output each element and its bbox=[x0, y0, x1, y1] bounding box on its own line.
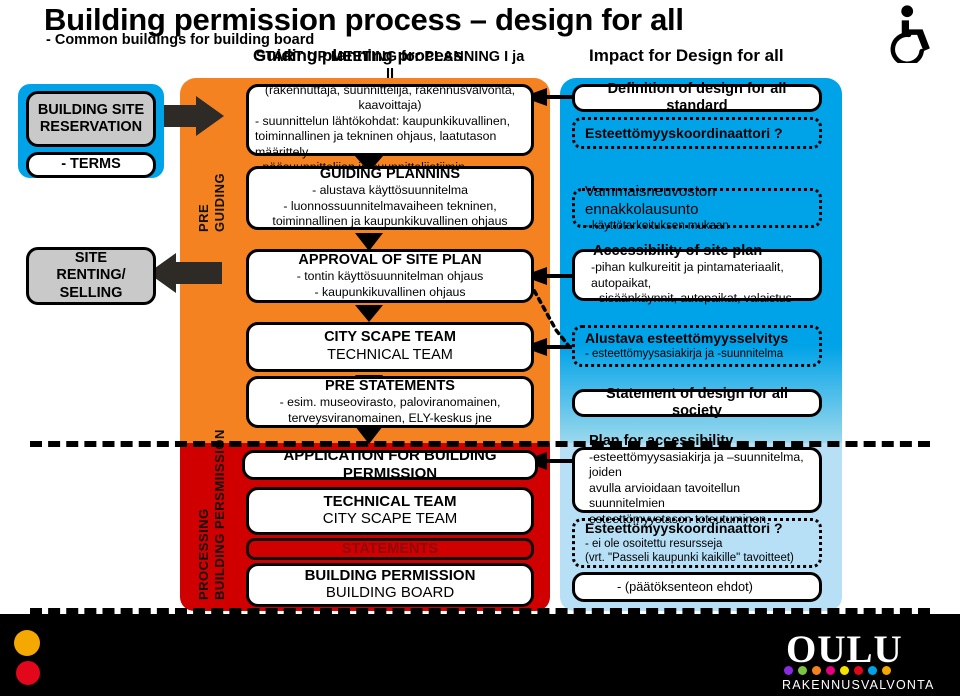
box-line: sisäänkäynnit, autopaikat, valaistus bbox=[599, 291, 792, 306]
box-line: - kaupunkikuvallinen ohjaus bbox=[314, 284, 466, 299]
box-city-scape-team[interactable]: CITY SCAPE TEAM TECHNICAL TEAM bbox=[246, 322, 534, 372]
box-heading: STATEMENTS bbox=[341, 541, 439, 557]
box-start-up-meeting[interactable]: START UP MEETING for PLANNING I ja II (r… bbox=[246, 49, 534, 190]
oulu-logo-dot-1 bbox=[798, 666, 807, 675]
accent-dot-red-icon bbox=[16, 661, 40, 685]
slide-canvas: Building permission process – design for… bbox=[0, 0, 960, 696]
box-approval-of-site-plan[interactable]: APPROVAL OF SITE PLAN - tontin käyttösuu… bbox=[246, 249, 534, 303]
box-heading: CITY SCAPE TEAM bbox=[324, 329, 456, 346]
box-heading: APPROVAL OF SITE PLAN bbox=[298, 251, 482, 268]
oulu-logo-dot-6 bbox=[868, 666, 877, 675]
box-line: toiminnallinen ja tekninen ohjaus, laatu… bbox=[255, 129, 497, 159]
box-technical-team[interactable]: TECHNICAL TEAM CITY SCAPE TEAM bbox=[246, 487, 534, 535]
box-line: terveysviranomainen, ELY-keskus jne bbox=[288, 410, 492, 425]
box-title-line2: RENTING/ bbox=[56, 267, 126, 284]
box-guiding-plannins[interactable]: GUIDING PLANNINS - alustava käyttösuunni… bbox=[246, 166, 534, 230]
oulu-logo-subtitle: RAKENNUSVALVONTA bbox=[782, 678, 935, 692]
vertical-label-processing: PROCESSING bbox=[196, 508, 211, 600]
box-terms[interactable]: - TERMS bbox=[26, 152, 156, 178]
box-heading: PRE STATEMENTS bbox=[325, 377, 455, 394]
box-paatoksenteon-ehdot[interactable]: - (päätöksenteon ehdot) bbox=[572, 572, 822, 602]
box-heading: APPLICATION FOR BUILDING PERMISSION bbox=[283, 447, 497, 482]
box-statements[interactable]: STATEMENTS bbox=[246, 538, 534, 560]
oulu-logo-dot-3 bbox=[826, 666, 835, 675]
oulu-logo-dot-4 bbox=[840, 666, 849, 675]
box-pre-statements[interactable]: PRE STATEMENTS - esim. museovirasto, pal… bbox=[246, 376, 534, 428]
box-heading: BUILDING PERMISSION bbox=[304, 566, 476, 584]
column-heading-impact: Impact for Design for all bbox=[589, 46, 784, 65]
box-heading: TECHNICAL TEAM bbox=[323, 492, 457, 510]
box-line: - esim. museovirasto, paloviranomainen, bbox=[279, 395, 501, 410]
box-heading: - (päätöksenteon ehdot) bbox=[617, 578, 753, 594]
section-divider-top bbox=[30, 441, 930, 447]
box-heading: Statement of design for all society bbox=[605, 385, 789, 419]
box-definition-of-design-for-all-standard[interactable]: Definition of design for all standard bbox=[572, 80, 822, 114]
box-esteettomyyskoordinaattori-upper[interactable]: Esteettömyyskoordinaattori ? bbox=[572, 117, 822, 149]
box-title-line3: SELLING bbox=[59, 284, 123, 301]
box-line: -esteettömyysasiakirja ja –suunnitelma, … bbox=[589, 449, 804, 480]
box-application-for-building-permission[interactable]: APPLICATION FOR BUILDING PERMISSION bbox=[242, 447, 538, 482]
box-heading: Accessibility of site plan bbox=[593, 243, 763, 260]
box-heading: GUIDING PLANNINS bbox=[319, 166, 461, 183]
box-line: - esteettömyysasiakirja ja -suunnitelma bbox=[585, 348, 784, 361]
box-line: (vrt. "Passeli kaupunki kaikille" tavoit… bbox=[585, 552, 794, 565]
box-esteettomyyskoordinaattori-lower[interactable]: Esteettömyyskoordinaattori ? - ei ole os… bbox=[572, 518, 822, 568]
box-site-renting-selling[interactable]: SITE RENTING/ SELLING bbox=[26, 247, 156, 305]
box-heading: Esteettömyyskoordinaattori ? bbox=[585, 124, 783, 141]
box-line: toiminnallinen ja kaupunkikuvallinen ohj… bbox=[272, 214, 508, 229]
box-title-line1: SITE bbox=[74, 250, 108, 267]
box-line: - alustava käyttösuunnitelma bbox=[312, 183, 468, 198]
box-line: - suunnittelun lähtökohdat: kaupunkikuva… bbox=[255, 113, 510, 128]
box-line: TECHNICAL TEAM bbox=[327, 347, 453, 364]
oulu-logo-dot-5 bbox=[854, 666, 863, 675]
box-plan-for-accessibility[interactable]: Plan for accessibility -esteettömyysasia… bbox=[572, 433, 822, 526]
box-heading: Esteettömyyskoordinaattori ? bbox=[585, 520, 783, 537]
box-line: BUILDING BOARD bbox=[325, 584, 455, 602]
box-alustava-esteettomyysselvitys[interactable]: Alustava esteettömyysselvitys - esteettö… bbox=[572, 325, 822, 367]
vertical-label-pre: PRE bbox=[196, 203, 211, 232]
box-building-site-reservation[interactable]: BUILDING SITE RESERVATION bbox=[26, 91, 156, 147]
box-accessibility-of-site-plan[interactable]: Accessibility of site plan -pihan kulkur… bbox=[572, 243, 822, 305]
box-heading: Alustava esteettömyysselvitys bbox=[585, 330, 789, 347]
box-statement-of-design-for-all-society[interactable]: Statement of design for all society bbox=[572, 385, 822, 419]
wheelchair-accessibility-icon bbox=[890, 5, 930, 63]
box-line: - ei ole osoitettu resursseja bbox=[585, 538, 723, 551]
box-heading: Definition of design for all standard bbox=[607, 80, 787, 114]
vertical-label-building-permission: BUILDING PERSMIISSION bbox=[212, 429, 227, 600]
vertical-label-guiding: GUIDING bbox=[212, 172, 227, 232]
box-line: -pihan kulkureitit ja pintamateriaalit, … bbox=[591, 260, 784, 290]
box-vammaisneuvoston-ennakkolausunto[interactable]: Vammaisneuvoston ennakkolausunto - käytt… bbox=[572, 183, 822, 232]
box-title-line1: BUILDING SITE bbox=[37, 101, 145, 118]
oulu-logo-dots bbox=[784, 666, 891, 675]
box-title: - TERMS bbox=[61, 156, 121, 173]
box-line: (rakennuttaja, suunnittelija, rakennusva… bbox=[264, 82, 516, 113]
box-line: - käyttötarkoituksen mukaan bbox=[585, 219, 729, 232]
oulu-logo-dot-7 bbox=[882, 666, 891, 675]
box-line: - tontin käyttösuunnitelman ohjaus bbox=[296, 269, 484, 284]
box-line: avulla arvioidaan tavoitellun suunnitelm… bbox=[589, 480, 741, 511]
box-line: CITY SCAPE TEAM bbox=[322, 510, 458, 528]
box-heading: START UP MEETING for PLANNING I ja II bbox=[255, 48, 525, 82]
box-line: - luonnossuunnitelmavaiheen tekninen, bbox=[283, 198, 497, 213]
box-title-line2: RESERVATION bbox=[39, 119, 143, 135]
box-building-permission[interactable]: BUILDING PERMISSION BUILDING BOARD bbox=[246, 563, 534, 607]
box-heading: Vammaisneuvoston ennakkolausunto bbox=[585, 182, 716, 218]
oulu-logo-dot-2 bbox=[812, 666, 821, 675]
accent-dot-yellow-icon bbox=[14, 630, 40, 656]
oulu-logo-dot-0 bbox=[784, 666, 793, 675]
